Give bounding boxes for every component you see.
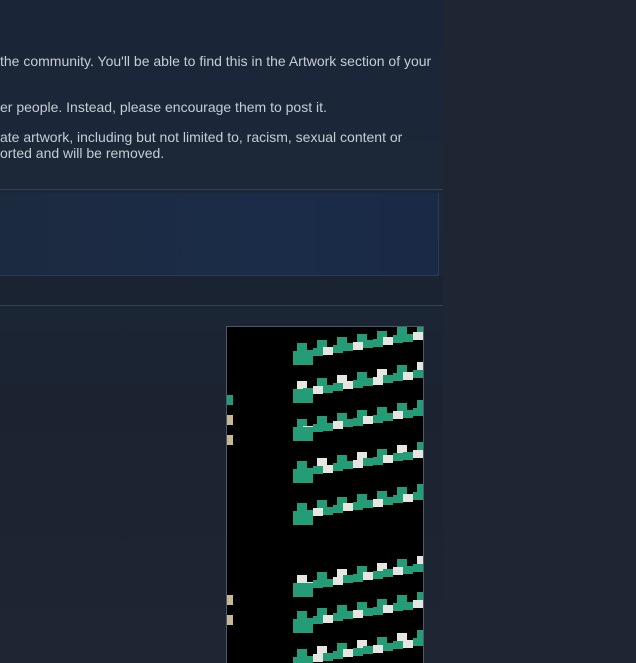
page: the community. You'll be able to find th… [0, 0, 636, 663]
file-upload-area[interactable] [0, 193, 439, 276]
pixel-art-image [227, 327, 423, 663]
rules-line-1: the community. You'll be able to find th… [0, 53, 432, 69]
section-band [0, 276, 443, 305]
artwork-preview-image [226, 326, 424, 663]
rules-line-4: orted and will be removed. [0, 145, 165, 161]
section-divider [0, 189, 443, 190]
rules-line-2: er people. Instead, please encourage the… [0, 99, 327, 115]
artwork-upload-panel: the community. You'll be able to find th… [0, 0, 443, 663]
page-background [443, 0, 636, 663]
section-divider-2 [0, 305, 443, 306]
rules-line-3: ate artwork, including but not limited t… [0, 129, 403, 145]
